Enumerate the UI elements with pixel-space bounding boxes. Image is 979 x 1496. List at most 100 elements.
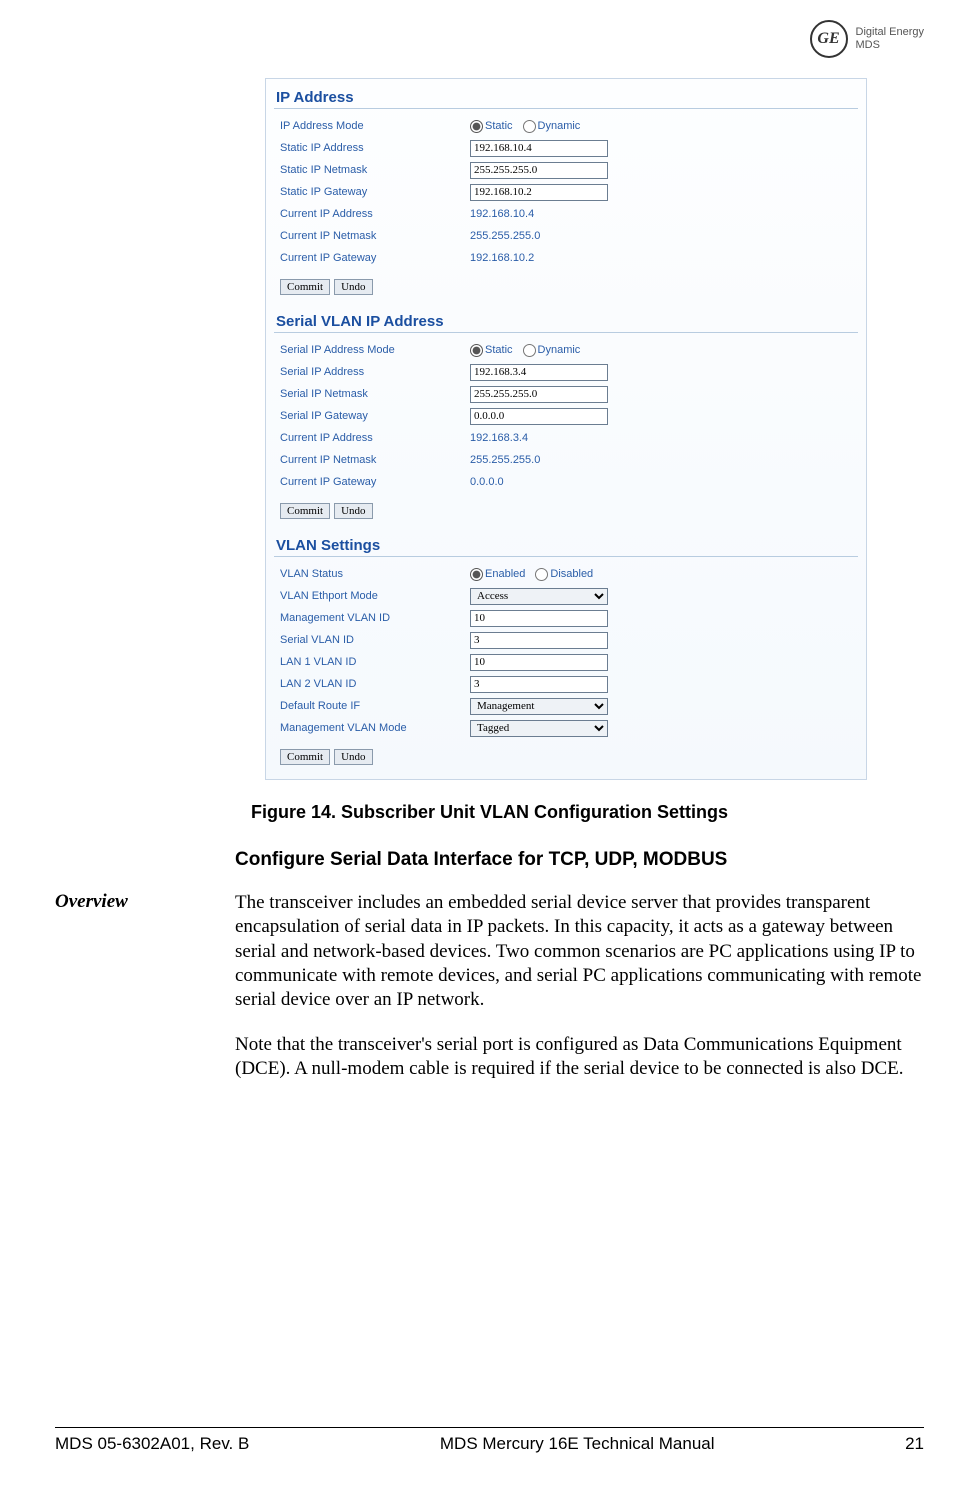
radio-static[interactable] bbox=[470, 344, 483, 357]
text-input[interactable] bbox=[470, 654, 608, 671]
undo-button[interactable]: Undo bbox=[334, 279, 372, 295]
static-value: 0.0.0.0 bbox=[470, 476, 504, 488]
commit-button[interactable]: Commit bbox=[280, 279, 330, 295]
config-row: Static IP Gateway bbox=[274, 181, 858, 203]
field-label: IP Address Mode bbox=[280, 120, 470, 132]
panel-title: IP Address bbox=[274, 85, 858, 108]
field-label: Current IP Gateway bbox=[280, 476, 470, 488]
field-label: Static IP Address bbox=[280, 142, 470, 154]
commit-button[interactable]: Commit bbox=[280, 749, 330, 765]
radio-dynamic[interactable] bbox=[523, 120, 536, 133]
brand-line2: MDS bbox=[856, 39, 924, 52]
static-value: 192.168.10.2 bbox=[470, 252, 534, 264]
footer-right: 21 bbox=[905, 1434, 924, 1454]
field-label: Current IP Address bbox=[280, 208, 470, 220]
text-input[interactable] bbox=[470, 184, 608, 201]
static-value: 255.255.255.0 bbox=[470, 230, 540, 242]
radio-dynamic[interactable] bbox=[523, 344, 536, 357]
undo-button[interactable]: Undo bbox=[334, 749, 372, 765]
text-input[interactable] bbox=[470, 408, 608, 425]
field-label: VLAN Ethport Mode bbox=[280, 590, 470, 602]
radio-label: Static bbox=[485, 120, 513, 132]
config-row: Default Route IFManagement bbox=[274, 695, 858, 717]
field-label: Management VLAN ID bbox=[280, 612, 470, 624]
config-row: Serial IP Gateway bbox=[274, 405, 858, 427]
field-label: Static IP Gateway bbox=[280, 186, 470, 198]
field-label: Current IP Gateway bbox=[280, 252, 470, 264]
section-heading: Configure Serial Data Interface for TCP,… bbox=[235, 849, 924, 871]
config-row: VLAN Ethport ModeAccess bbox=[274, 585, 858, 607]
field-label: Current IP Netmask bbox=[280, 230, 470, 242]
panel-title: Serial VLAN IP Address bbox=[274, 309, 858, 332]
field-label: Static IP Netmask bbox=[280, 164, 470, 176]
config-row: Current IP Address192.168.3.4 bbox=[274, 427, 858, 449]
text-input[interactable] bbox=[470, 386, 608, 403]
field-label: Management VLAN Mode bbox=[280, 722, 470, 734]
radio-label: Disabled bbox=[550, 568, 593, 580]
config-row: Current IP Gateway192.168.10.2 bbox=[274, 247, 858, 269]
brand-line1: Digital Energy bbox=[856, 26, 924, 39]
config-row: Static IP Netmask bbox=[274, 159, 858, 181]
footer-left: MDS 05-6302A01, Rev. B bbox=[55, 1434, 249, 1454]
page-footer: MDS 05-6302A01, Rev. B MDS Mercury 16E T… bbox=[55, 1427, 924, 1454]
field-label: LAN 1 VLAN ID bbox=[280, 656, 470, 668]
radio-static[interactable] bbox=[470, 120, 483, 133]
config-row: Serial IP Address Mode Static Dynamic bbox=[274, 339, 858, 361]
footer-center: MDS Mercury 16E Technical Manual bbox=[440, 1434, 715, 1454]
text-input[interactable] bbox=[470, 676, 608, 693]
field-label: LAN 2 VLAN ID bbox=[280, 678, 470, 690]
config-row: LAN 2 VLAN ID bbox=[274, 673, 858, 695]
static-value: 255.255.255.0 bbox=[470, 454, 540, 466]
radio-enabled[interactable] bbox=[470, 568, 483, 581]
config-row: VLAN Status Enabled Disabled bbox=[274, 563, 858, 585]
text-input[interactable] bbox=[470, 140, 608, 157]
field-label: Current IP Address bbox=[280, 432, 470, 444]
config-row: Serial VLAN ID bbox=[274, 629, 858, 651]
radio-disabled[interactable] bbox=[535, 568, 548, 581]
config-row: Static IP Address bbox=[274, 137, 858, 159]
text-input[interactable] bbox=[470, 610, 608, 627]
select-input[interactable]: Access bbox=[470, 588, 608, 605]
ge-logo-icon: GE bbox=[810, 20, 848, 58]
undo-button[interactable]: Undo bbox=[334, 503, 372, 519]
static-value: 192.168.3.4 bbox=[470, 432, 528, 444]
field-label: Serial IP Address bbox=[280, 366, 470, 378]
margin-label-overview: Overview bbox=[55, 891, 213, 1101]
paragraph-1: The transceiver includes an embedded ser… bbox=[235, 891, 924, 1013]
field-label: Serial IP Gateway bbox=[280, 410, 470, 422]
field-label: VLAN Status bbox=[280, 568, 470, 580]
radio-label: Dynamic bbox=[538, 120, 581, 132]
config-row: IP Address Mode Static Dynamic bbox=[274, 115, 858, 137]
radio-label: Static bbox=[485, 344, 513, 356]
body-text: The transceiver includes an embedded ser… bbox=[235, 891, 924, 1101]
text-input[interactable] bbox=[470, 364, 608, 381]
config-row: Serial IP Address bbox=[274, 361, 858, 383]
field-label: Serial IP Address Mode bbox=[280, 344, 470, 356]
paragraph-2: Note that the transceiver's serial port … bbox=[235, 1033, 924, 1082]
config-row: Management VLAN ID bbox=[274, 607, 858, 629]
brand-text: Digital Energy MDS bbox=[856, 26, 924, 52]
config-row: Serial IP Netmask bbox=[274, 383, 858, 405]
config-row: Current IP Netmask255.255.255.0 bbox=[274, 449, 858, 471]
config-screenshot: IP Address IP Address Mode Static Dynamic St… bbox=[265, 78, 867, 780]
select-input[interactable]: Tagged bbox=[470, 720, 608, 737]
config-row: LAN 1 VLAN ID bbox=[274, 651, 858, 673]
config-row: Management VLAN ModeTagged bbox=[274, 717, 858, 739]
radio-label: Dynamic bbox=[538, 344, 581, 356]
text-input[interactable] bbox=[470, 632, 608, 649]
figure-caption: Figure 14. Subscriber Unit VLAN Configur… bbox=[55, 802, 924, 823]
select-input[interactable]: Management bbox=[470, 698, 608, 715]
commit-button[interactable]: Commit bbox=[280, 503, 330, 519]
field-label: Serial IP Netmask bbox=[280, 388, 470, 400]
static-value: 192.168.10.4 bbox=[470, 208, 534, 220]
text-input[interactable] bbox=[470, 162, 608, 179]
radio-label: Enabled bbox=[485, 568, 525, 580]
field-label: Current IP Netmask bbox=[280, 454, 470, 466]
page-header: GE Digital Energy MDS bbox=[55, 20, 924, 58]
field-label: Default Route IF bbox=[280, 700, 470, 712]
config-row: Current IP Address192.168.10.4 bbox=[274, 203, 858, 225]
config-row: Current IP Gateway0.0.0.0 bbox=[274, 471, 858, 493]
config-row: Current IP Netmask255.255.255.0 bbox=[274, 225, 858, 247]
panel-title: VLAN Settings bbox=[274, 533, 858, 556]
field-label: Serial VLAN ID bbox=[280, 634, 470, 646]
